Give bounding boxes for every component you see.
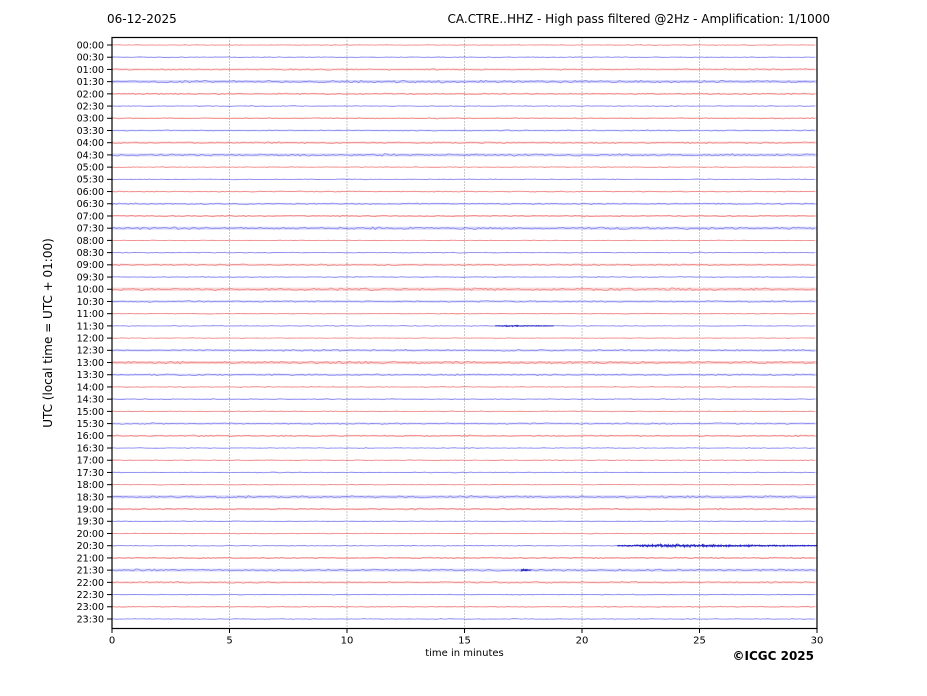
x-tick-label: 10 xyxy=(341,636,354,647)
y-tick-label: 09:00 xyxy=(77,260,104,271)
y-tick-label: 12:00 xyxy=(77,334,104,345)
y-tick-label: 06:00 xyxy=(77,187,104,198)
event-trace xyxy=(617,542,818,549)
y-tick-label: 00:30 xyxy=(77,53,104,64)
helicorder-page: { "header": { "date": "06-12-2025", "tit… xyxy=(0,0,927,696)
x-tick-label: 0 xyxy=(109,636,115,647)
y-tick-label: 17:00 xyxy=(77,456,104,467)
y-tick-label: 16:00 xyxy=(77,431,104,442)
y-tick-label: 00:00 xyxy=(77,40,104,51)
y-tick-label: 11:00 xyxy=(77,309,104,320)
x-tick-label: 20 xyxy=(576,636,589,647)
y-tick-label: 08:00 xyxy=(77,236,104,247)
y-tick-label: 05:00 xyxy=(77,163,104,174)
y-tick-label: 18:30 xyxy=(77,492,104,503)
x-tick-label: 25 xyxy=(693,636,706,647)
y-tick-label: 10:30 xyxy=(77,297,104,308)
y-tick-label: 15:00 xyxy=(77,407,104,418)
x-tick-label: 5 xyxy=(226,636,232,647)
y-tick-label: 07:30 xyxy=(77,224,104,235)
helicorder-plot: 00:00 00:3001:0001:3002:0002:30 03:0003:30… xyxy=(77,36,824,647)
y-tick-label: 06:30 xyxy=(77,199,104,210)
y-tick-label: 13:00 xyxy=(77,358,104,369)
y-tick-label: 08:30 xyxy=(77,248,104,259)
y-tick-label: 14:00 xyxy=(77,382,104,393)
y-tick-label: 01:00 xyxy=(77,65,104,76)
y-tick-label: 07:00 xyxy=(77,211,104,222)
y-tick-label: 21:00 xyxy=(77,553,104,564)
y-tick-label: 10:00 xyxy=(77,285,104,296)
y-tick-label: 19:30 xyxy=(77,517,104,528)
copyright: ©ICGC 2025 xyxy=(732,649,814,663)
y-tick-label: 05:30 xyxy=(77,175,104,186)
y-tick-label: 03:00 xyxy=(77,114,104,125)
y-tick-label: 20:00 xyxy=(77,529,104,540)
y-tick-label: 19:00 xyxy=(77,504,104,515)
y-tick-label: 14:30 xyxy=(77,395,104,406)
y-tick-label: 18:00 xyxy=(77,480,104,491)
y-tick-label: 11:30 xyxy=(77,321,104,332)
y-tick-label: 16:30 xyxy=(77,443,104,454)
y-tick-label: 03:30 xyxy=(77,126,104,137)
trace-row xyxy=(111,618,815,620)
x-tick-label: 15 xyxy=(458,636,471,647)
y-tick-label: 09:30 xyxy=(77,272,104,283)
y-tick-label: 23:00 xyxy=(77,602,104,613)
x-axis-label: time in minutes xyxy=(425,648,504,659)
y-tick-label: 23:30 xyxy=(77,614,104,625)
y-tick-label: 12:30 xyxy=(77,346,104,357)
y-tick-label: 22:30 xyxy=(77,590,104,601)
y-tick-label: 22:00 xyxy=(77,578,104,589)
y-tick-label: 17:30 xyxy=(77,468,104,479)
y-tick-label: 21:30 xyxy=(77,566,104,577)
y-tick-label: 02:30 xyxy=(77,101,104,112)
y-tick-label: 01:30 xyxy=(77,77,104,88)
x-tick-label: 30 xyxy=(811,636,824,647)
y-tick-label: 13:30 xyxy=(77,370,104,381)
y-tick-label: 20:30 xyxy=(77,541,104,552)
plot-border xyxy=(111,36,818,630)
event-trace xyxy=(494,324,554,328)
trace-row xyxy=(111,239,815,242)
y-tick-label: 04:30 xyxy=(77,150,104,161)
y-tick-label: 04:00 xyxy=(77,138,104,149)
y-tick-label: 15:30 xyxy=(77,419,104,430)
y-tick-label: 02:00 xyxy=(77,89,104,100)
